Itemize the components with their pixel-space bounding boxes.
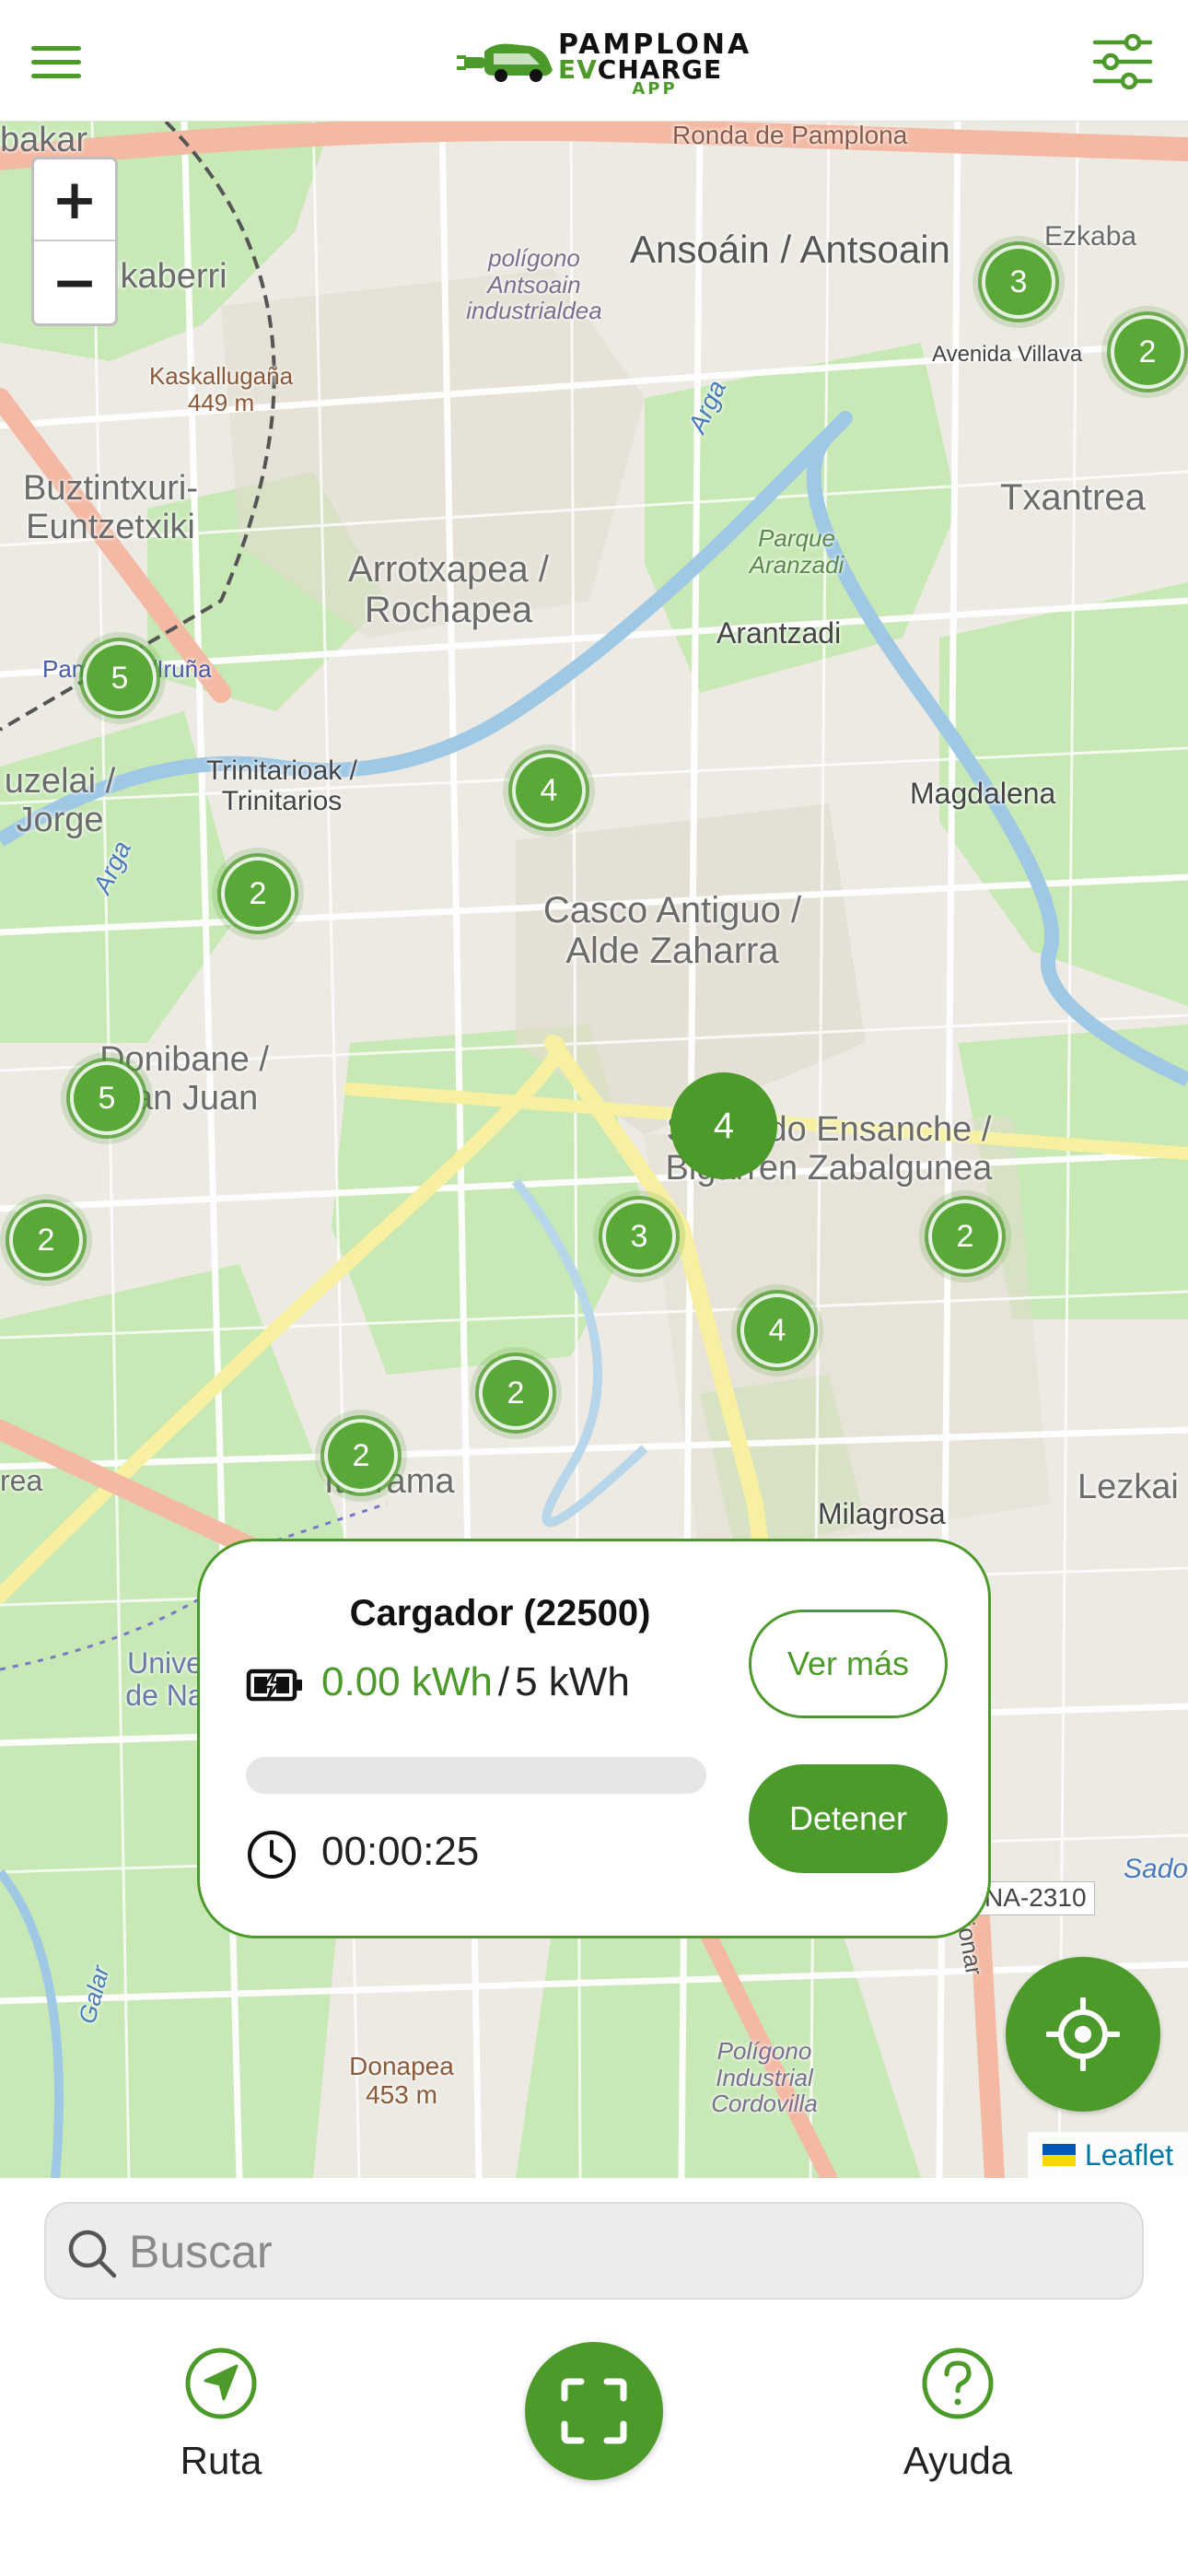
station-cluster[interactable]: 2 bbox=[1101, 306, 1188, 398]
nav-help[interactable]: Ayuda bbox=[884, 2346, 1031, 2483]
elapsed-time: 00:00:25 bbox=[321, 1829, 480, 1874]
station-cluster[interactable]: 2 bbox=[212, 848, 304, 940]
station-cluster[interactable]: 3 bbox=[593, 1190, 685, 1282]
bottom-panel: Ruta Ayuda bbox=[0, 2178, 1188, 2576]
station-cluster[interactable]: 2 bbox=[315, 1410, 407, 1502]
energy-readout: 0.00 kWh/5 kWh bbox=[321, 1659, 630, 1705]
charger-title: Cargador (22500) bbox=[349, 1593, 651, 1633]
zoom-control: + − bbox=[31, 157, 118, 326]
station-cluster-selected[interactable]: 4 bbox=[670, 1072, 777, 1179]
ukraine-flag-icon bbox=[1042, 2144, 1076, 2166]
search-icon bbox=[68, 2230, 117, 2278]
search-input[interactable] bbox=[129, 2213, 1124, 2290]
station-cluster[interactable]: 5 bbox=[74, 632, 166, 724]
app-logo: PAMPLONA EVCHARGE APP bbox=[457, 26, 749, 98]
battery-charging-icon bbox=[246, 1669, 302, 1702]
search-bar bbox=[44, 2202, 1144, 2300]
station-cluster[interactable]: 2 bbox=[919, 1190, 1011, 1282]
stop-charging-button[interactable]: Detener bbox=[749, 1764, 948, 1873]
station-cluster[interactable]: 2 bbox=[470, 1347, 562, 1439]
zoom-out-button[interactable]: − bbox=[34, 241, 115, 323]
scan-qr-icon[interactable] bbox=[525, 2342, 663, 2480]
energy-target: 5 kWh bbox=[515, 1659, 630, 1704]
view-more-button[interactable]: Ver más bbox=[749, 1610, 948, 1718]
charging-session-card: Cargador (22500) 0.00 kWh/5 kWh 00:00:25… bbox=[197, 1539, 991, 1938]
leaflet-link[interactable]: Leaflet bbox=[1085, 2138, 1173, 2172]
station-cluster[interactable]: 2 bbox=[0, 1194, 92, 1286]
sliders-icon[interactable] bbox=[1092, 33, 1153, 90]
nav-route[interactable]: Ruta bbox=[166, 2346, 276, 2483]
station-cluster[interactable]: 3 bbox=[973, 236, 1065, 328]
app-header: PAMPLONA EVCHARGE APP bbox=[0, 0, 1188, 122]
station-cluster[interactable]: 4 bbox=[503, 744, 595, 837]
nav-route-label: Ruta bbox=[180, 2439, 262, 2482]
hamburger-icon[interactable] bbox=[31, 44, 83, 81]
energy-separator: / bbox=[497, 1659, 510, 1704]
plug-car-icon bbox=[457, 43, 553, 82]
map-attribution: Leaflet bbox=[1027, 2132, 1188, 2178]
help-circle-icon bbox=[922, 2348, 994, 2419]
station-cluster[interactable]: 4 bbox=[731, 1284, 823, 1376]
charge-progress-bar bbox=[246, 1757, 706, 1794]
navigation-arrow-icon bbox=[185, 2348, 257, 2419]
crosshair-icon[interactable] bbox=[1006, 1957, 1160, 2112]
energy-current: 0.00 kWh bbox=[321, 1659, 493, 1704]
nav-help-label: Ayuda bbox=[903, 2439, 1013, 2482]
station-cluster[interactable]: 5 bbox=[61, 1052, 153, 1144]
zoom-in-button[interactable]: + bbox=[34, 159, 115, 241]
clock-icon bbox=[248, 1831, 296, 1879]
